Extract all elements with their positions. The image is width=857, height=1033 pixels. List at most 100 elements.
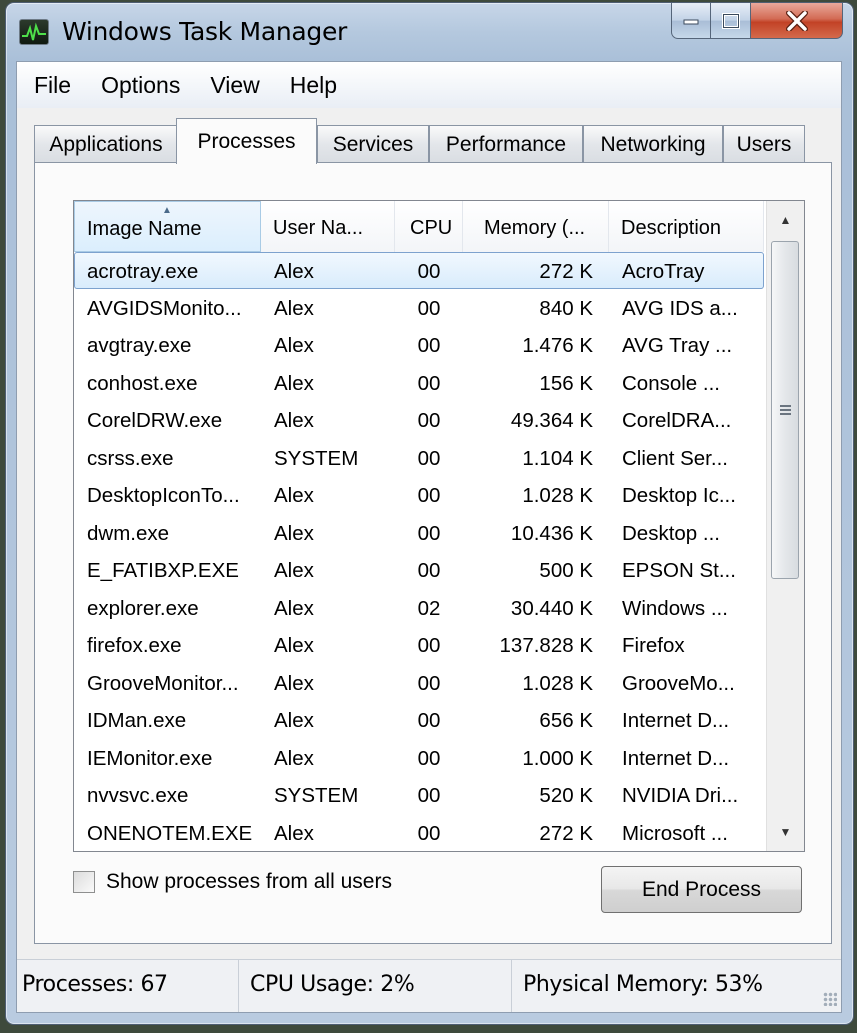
end-process-button[interactable]: End Process [601, 866, 802, 913]
column-header-image-name[interactable]: ▲ Image Name [74, 201, 261, 252]
close-button[interactable] [751, 3, 843, 39]
process-user: Alex [274, 484, 314, 507]
process-cpu: 00 [417, 521, 441, 545]
show-all-users-option[interactable]: Show processes from all users [73, 870, 392, 894]
list-header: ▲ Image Name User Na... CPU Memory (... … [74, 201, 764, 252]
process-description: Firefox [622, 634, 685, 657]
process-cpu: 00 [417, 334, 441, 357]
tab-services[interactable]: Services [317, 125, 429, 163]
process-description: AcroTray [622, 260, 705, 283]
grip-icon [779, 404, 791, 416]
menu-view[interactable]: View [195, 65, 274, 105]
maximize-button[interactable] [711, 3, 751, 39]
process-memory: 137.828 K [499, 634, 593, 657]
scroll-up-button[interactable]: ▲ [767, 201, 804, 239]
process-name: avgtray.exe [87, 334, 192, 357]
process-description: Internet D... [622, 709, 730, 732]
tab-networking[interactable]: Networking [583, 125, 723, 163]
process-description: Windows ... [622, 596, 728, 620]
table-row[interactable]: AVGIDSMonito... Alex 00 840 K AVG IDS a... [74, 290, 764, 327]
process-cpu: 00 [417, 559, 441, 582]
show-all-users-checkbox[interactable] [73, 871, 95, 893]
status-cpu-usage: CPU Usage: 2% [239, 960, 512, 1012]
column-header-cpu[interactable]: CPU [395, 201, 463, 252]
process-cpu: 00 [417, 634, 441, 657]
process-name: conhost.exe [87, 371, 198, 395]
process-description: NVIDIA Dri... [622, 784, 739, 807]
process-cpu: 00 [417, 409, 441, 432]
process-cpu: 00 [417, 446, 441, 470]
table-row[interactable]: dwm.exe Alex 00 10.436 K Desktop ... [74, 515, 764, 552]
table-row[interactable]: nvvsvc.exe SYSTEM 00 520 K NVIDIA Dri... [74, 777, 764, 814]
process-name: CorelDRW.exe [87, 409, 223, 432]
process-description: GrooveMo... [622, 671, 735, 695]
minimize-icon [683, 19, 699, 24]
process-user: SYSTEM [274, 446, 359, 470]
table-row[interactable]: acrotray.exe Alex 00 272 K AcroTray [74, 252, 764, 289]
process-memory: 272 K [539, 821, 593, 845]
task-manager-icon[interactable] [19, 19, 49, 45]
menu-file[interactable]: File [17, 65, 86, 105]
column-header-memory[interactable]: Memory (... [463, 201, 609, 252]
process-user: Alex [274, 709, 314, 732]
table-row[interactable]: GrooveMonitor... Alex 00 1.028 K GrooveMo... [74, 665, 764, 702]
table-row[interactable]: ONENOTEM.EXE Alex 00 272 K Microsoft ... [74, 815, 764, 852]
process-cpu: 00 [417, 484, 441, 507]
table-row[interactable]: CorelDRW.exe Alex 00 49.364 K CorelDRA... [74, 402, 764, 439]
client-area: File Options View Help Applications Proc… [16, 61, 842, 1013]
process-description: EPSON St... [622, 559, 736, 582]
status-processes: Processes: 67 [17, 960, 239, 1012]
process-user: Alex [274, 296, 314, 320]
process-memory: 10.436 K [510, 521, 593, 545]
process-user: Alex [274, 521, 314, 545]
show-all-users-label[interactable]: Show processes from all users [106, 870, 392, 894]
process-description: Console ... [622, 371, 720, 395]
column-header-user-name[interactable]: User Na... [261, 201, 395, 252]
table-row[interactable]: conhost.exe Alex 00 156 K Console ... [74, 365, 764, 402]
process-cpu: 00 [417, 784, 441, 807]
process-name: GrooveMonitor... [87, 671, 239, 695]
process-list[interactable]: ▲ Image Name User Na... CPU Memory (... … [73, 200, 805, 852]
process-name: IEMonitor.exe [87, 746, 213, 770]
tab-applications[interactable]: Applications [34, 125, 178, 163]
table-row[interactable]: csrss.exe SYSTEM 00 1.104 K Client Ser... [74, 440, 764, 477]
process-name: csrss.exe [87, 446, 174, 470]
process-name: E_FATIBXP.EXE [87, 559, 239, 582]
table-row[interactable]: IEMonitor.exe Alex 00 1.000 K Internet D... [74, 740, 764, 777]
process-user: SYSTEM [274, 784, 359, 807]
process-name: ONENOTEM.EXE [87, 821, 253, 845]
status-physical-memory: Physical Memory: 53% [523, 972, 763, 997]
table-row[interactable]: DesktopIconTo... Alex 00 1.028 K Desktop Ic.… [74, 477, 764, 514]
process-description: Desktop ... [622, 521, 720, 545]
process-description: Desktop Ic... [622, 484, 736, 507]
vertical-scrollbar[interactable]: ▲ ▼ [766, 201, 804, 851]
table-row[interactable]: firefox.exe Alex 00 137.828 K Firefox [74, 627, 764, 664]
table-row[interactable]: explorer.exe Alex 02 30.440 K Windows ... [74, 590, 764, 627]
process-cpu: 00 [417, 821, 441, 845]
table-row[interactable]: avgtray.exe Alex 00 1.476 K AVG Tray ... [74, 327, 764, 364]
scroll-down-button[interactable]: ▼ [767, 813, 804, 851]
scrollbar-thumb[interactable] [771, 241, 799, 579]
process-user: Alex [274, 409, 314, 432]
menu-options[interactable]: Options [86, 65, 195, 105]
table-row[interactable]: E_FATIBXP.EXE Alex 00 500 K EPSON St... [74, 552, 764, 589]
process-memory: 1.000 K [522, 746, 593, 770]
tab-performance[interactable]: Performance [429, 125, 583, 163]
process-user: Alex [274, 746, 314, 770]
process-description: Microsoft ... [622, 821, 728, 845]
table-row[interactable]: IDMan.exe Alex 00 656 K Internet D... [74, 702, 764, 739]
column-header-description[interactable]: Description [609, 201, 764, 252]
menu-help[interactable]: Help [275, 65, 352, 105]
process-memory: 1.476 K [522, 334, 593, 357]
tab-users[interactable]: Users [723, 125, 805, 163]
process-name: explorer.exe [87, 596, 199, 620]
menu-bar: File Options View Help [17, 62, 841, 108]
minimize-button[interactable] [671, 3, 711, 39]
tab-processes[interactable]: Processes [176, 118, 317, 164]
process-user: Alex [274, 821, 314, 845]
process-cpu: 00 [417, 709, 441, 732]
process-name: DesktopIconTo... [87, 484, 240, 507]
resize-grip[interactable] [823, 992, 837, 1006]
process-name: IDMan.exe [87, 709, 187, 732]
title-bar[interactable]: Windows Task Manager [6, 3, 853, 63]
